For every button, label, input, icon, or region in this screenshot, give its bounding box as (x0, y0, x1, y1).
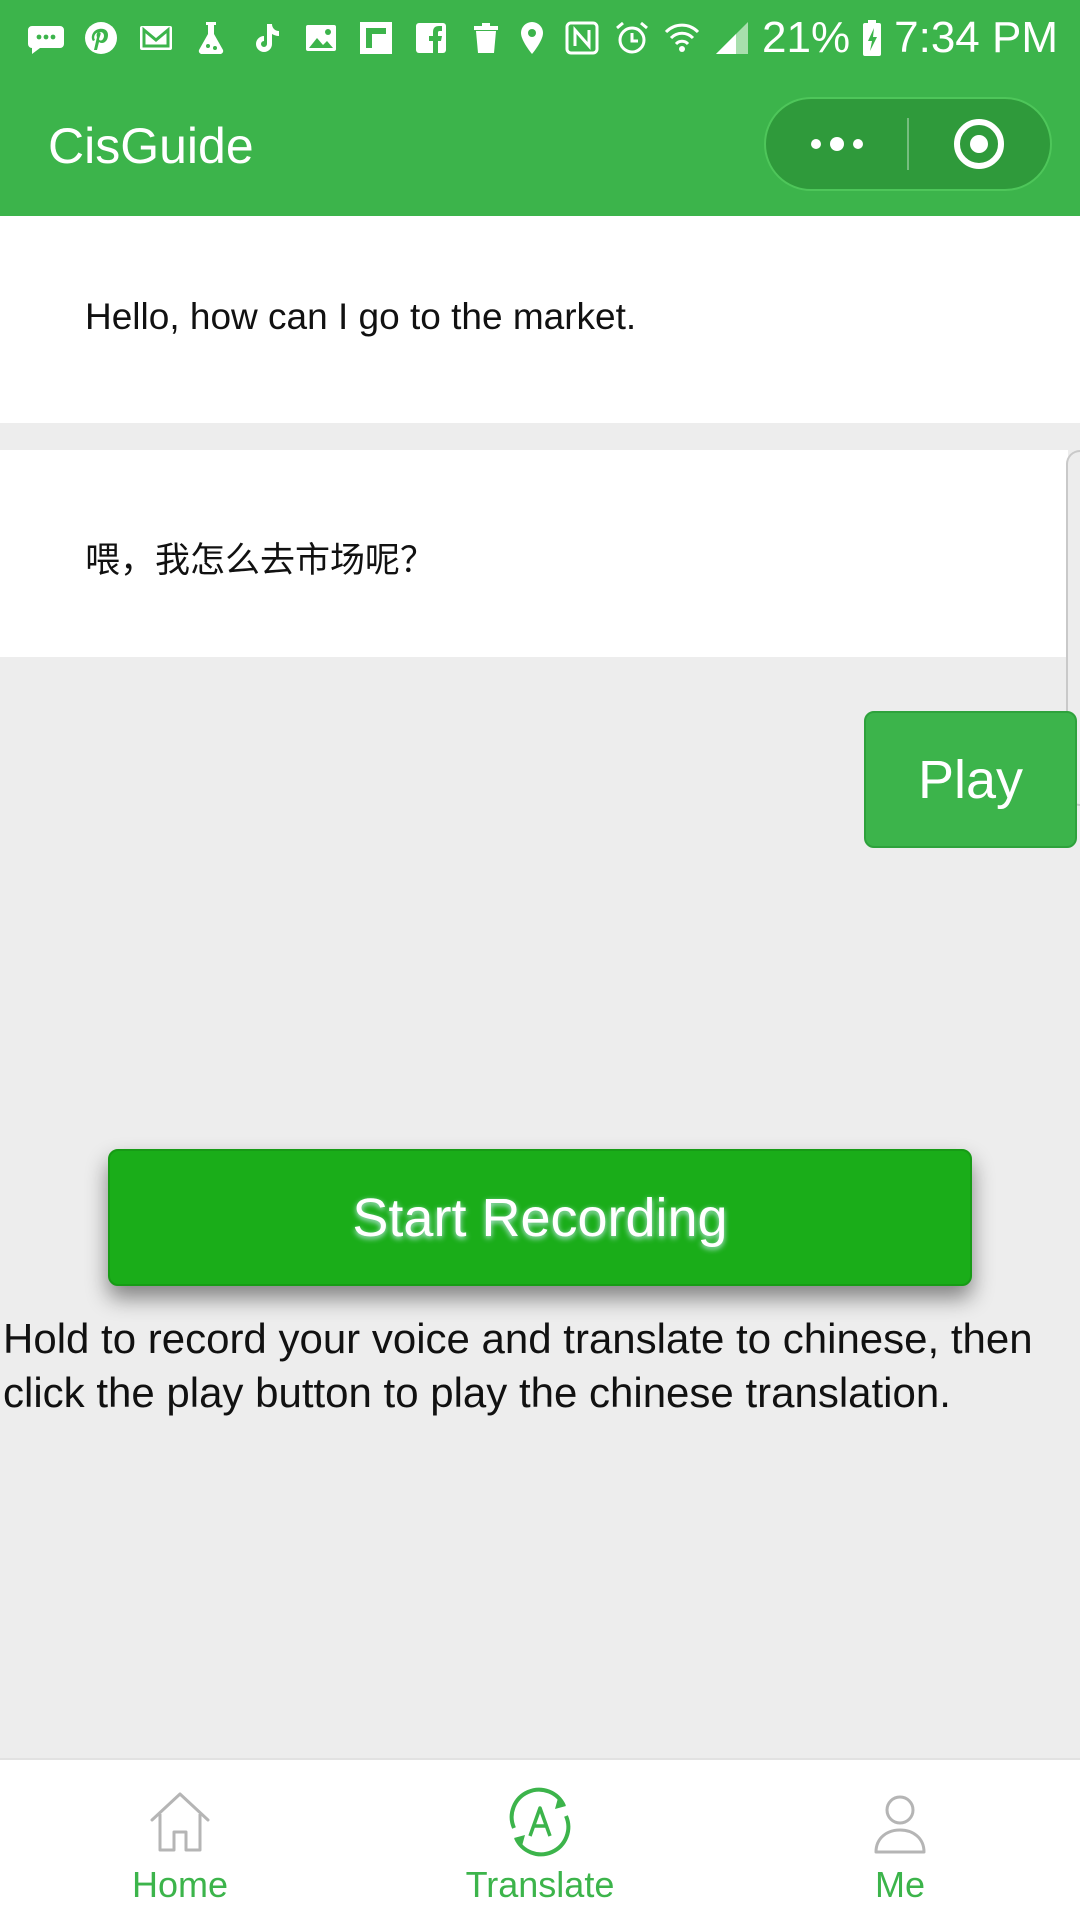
miniprogram-capsule (764, 97, 1052, 191)
location-icon (512, 18, 552, 58)
flask-icon (191, 18, 231, 58)
alarm-icon (612, 18, 652, 58)
person-icon (860, 1782, 940, 1862)
gmail-icon (136, 18, 176, 58)
wifi-icon (662, 18, 702, 58)
tab-home[interactable]: Home (0, 1760, 360, 1920)
notification-icons (26, 18, 506, 58)
battery-percent: 21% (762, 13, 851, 62)
messages-icon (26, 18, 66, 58)
tab-label: Translate (465, 1864, 615, 1905)
tiktok-icon (246, 18, 286, 58)
tab-me[interactable]: Me (720, 1760, 1080, 1920)
trash-icon (466, 18, 506, 58)
clock: 7:34 PM (894, 13, 1058, 62)
start-recording-button[interactable]: Start Recording (108, 1149, 972, 1286)
nav-bar: CisGuide (0, 76, 1080, 216)
target-close-icon (954, 119, 1005, 169)
gallery-icon (301, 18, 341, 58)
flipboard-icon (356, 18, 396, 58)
signal-icon (712, 18, 752, 58)
page-title: CisGuide (48, 118, 254, 174)
system-status: 21% 7:34 PM (512, 13, 1058, 63)
more-dots-icon (810, 137, 863, 151)
battery-charging-icon (860, 18, 884, 58)
play-button[interactable]: Play (864, 711, 1077, 848)
tab-label: Me (874, 1864, 925, 1905)
tab-label: Home (131, 1864, 229, 1905)
instruction-text: Hold to record your voice and translate … (3, 1315, 1033, 1416)
tab-translate[interactable]: Translate (360, 1760, 720, 1920)
translate-icon (500, 1782, 580, 1862)
nfc-icon (562, 18, 602, 58)
translation-result-card: 喂，我怎么去市场呢？ (0, 450, 1068, 657)
translation-text: 喂，我怎么去市场呢？ (85, 541, 436, 581)
more-button[interactable] (766, 97, 907, 191)
tab-bar: Home Translate Me (0, 1758, 1080, 1920)
home-icon (140, 1782, 220, 1862)
status-bar: 21% 7:34 PM (0, 0, 1080, 76)
source-text-card: Hello, how can I go to the market. (0, 216, 1080, 423)
facebook-icon (411, 18, 451, 58)
source-text: Hello, how can I go to the market. (85, 296, 637, 337)
close-miniprogram-button[interactable] (909, 97, 1050, 191)
pinterest-icon (81, 18, 121, 58)
